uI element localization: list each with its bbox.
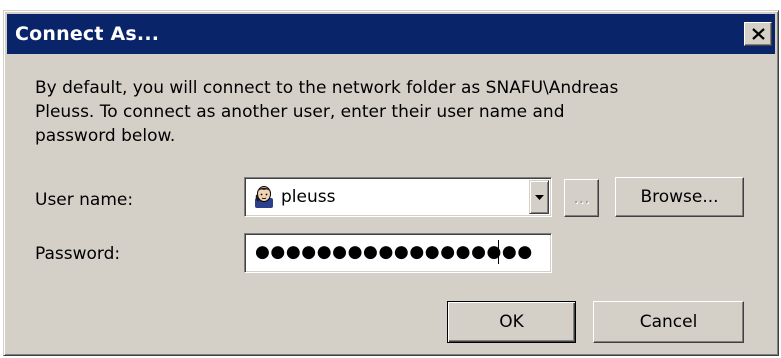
description-text: By default, you will connect to the netw… <box>35 78 619 146</box>
user-icon <box>255 186 273 208</box>
password-label: Password: <box>35 244 121 264</box>
close-icon <box>752 28 765 40</box>
ellipsis-button[interactable]: ... <box>564 179 599 217</box>
close-button[interactable] <box>744 22 772 46</box>
ok-button[interactable]: OK <box>447 301 576 343</box>
browse-button[interactable]: Browse... <box>615 177 744 217</box>
password-field[interactable]: ●●●●●●●●●●●●●●●●●● <box>244 233 552 273</box>
user-name-value: pleuss <box>281 187 336 207</box>
user-name-label: User name: <box>35 190 134 210</box>
chevron-down-icon <box>535 195 544 200</box>
dialog-title: Connect As... <box>15 23 160 45</box>
user-name-combobox[interactable]: pleuss <box>244 177 552 217</box>
cancel-button[interactable]: Cancel <box>593 301 744 343</box>
text-caret <box>498 240 499 264</box>
user-name-dropdown-button[interactable] <box>529 180 549 214</box>
connect-as-dialog: Connect As... By default, you will conne… <box>3 10 779 356</box>
password-masked-value: ●●●●●●●●●●●●●●●●●● <box>255 242 533 262</box>
title-bar[interactable]: Connect As... <box>7 14 775 54</box>
